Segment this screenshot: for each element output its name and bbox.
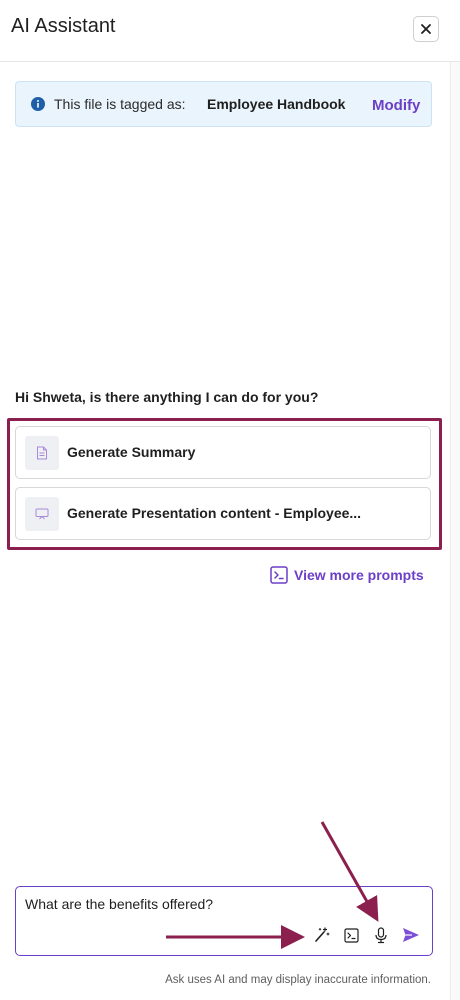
magic-wand-icon (315, 927, 330, 942)
send-button[interactable] (401, 925, 421, 945)
prompt-icon-container (25, 497, 59, 531)
tag-prefix-text: This file is tagged as: (54, 96, 186, 112)
close-button[interactable] (413, 16, 439, 42)
prompt-generate-summary[interactable]: Generate Summary (15, 426, 431, 479)
prompt-terminal-icon (343, 927, 359, 943)
magic-wand-button[interactable] (311, 925, 331, 945)
view-more-prompts-link[interactable]: View more prompts (270, 565, 424, 585)
prompt-generate-presentation[interactable]: Generate Presentation content - Employee… (15, 487, 431, 540)
close-icon (421, 24, 431, 34)
microphone-icon (375, 926, 387, 943)
file-tag-banner: This file is tagged as: Employee Handboo… (15, 81, 432, 127)
modify-tag-link[interactable]: Modify (372, 97, 420, 114)
greeting-message: Hi Shweta, is there anything I can do fo… (15, 389, 319, 405)
prompt-icon-container (25, 436, 59, 470)
view-more-label: View more prompts (294, 567, 424, 583)
panel-title: AI Assistant (11, 15, 116, 37)
file-tag-value: Employee Handbook (207, 96, 346, 112)
panel-header: AI Assistant (0, 0, 460, 62)
presentation-icon (35, 508, 49, 520)
document-icon (37, 446, 47, 460)
microphone-button[interactable] (371, 925, 391, 945)
chat-input-box[interactable]: What are the benefits offered? (15, 886, 433, 956)
scrollbar-track[interactable] (450, 62, 460, 1000)
prompt-label: Generate Presentation content - Employee… (67, 505, 362, 521)
ai-disclaimer: Ask uses AI and may display inaccurate i… (165, 974, 431, 986)
prompt-library-button[interactable] (341, 925, 361, 945)
prompt-terminal-icon (270, 566, 288, 584)
prompt-label: Generate Summary (67, 444, 196, 460)
send-icon (403, 928, 419, 942)
chat-input-value[interactable]: What are the benefits offered? (25, 896, 213, 912)
info-icon (31, 97, 45, 111)
